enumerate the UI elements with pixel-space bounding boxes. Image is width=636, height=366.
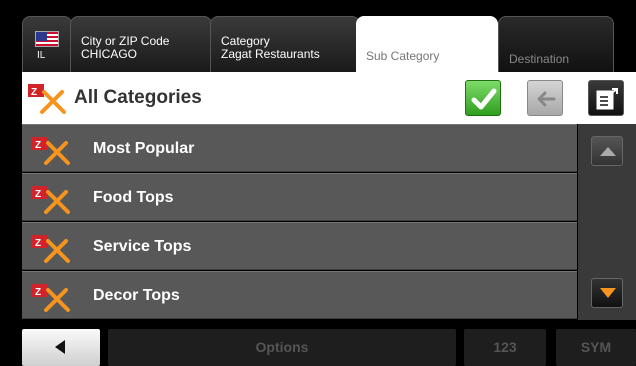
scroll-up-button[interactable]: [591, 136, 623, 166]
tab-subcategory-label: Sub Category: [366, 49, 440, 63]
bottom-toolbar: Options 123 SYM: [0, 320, 636, 366]
tab-destination-label: Destination: [509, 52, 570, 66]
tab-bar: IL City or ZIP Code CHICAGO Category Zag…: [0, 0, 636, 72]
svg-text:Z: Z: [35, 189, 41, 200]
zagat-category-icon: Z: [32, 284, 70, 312]
zagat-category-icon: Z: [32, 186, 70, 214]
tab-subcategory[interactable]: Sub Category: [356, 16, 498, 72]
list-item-label: Service Tops: [93, 238, 192, 255]
export-icon: [596, 88, 618, 110]
symbols-button[interactable]: SYM: [556, 329, 636, 366]
state-code: IL: [37, 50, 46, 61]
symbols-label: SYM: [580, 339, 612, 355]
back-nav-button[interactable]: [22, 329, 100, 366]
svg-text:Z: Z: [35, 140, 41, 151]
list-item[interactable]: Z Service Tops: [22, 222, 577, 270]
tab-city-value: CHICAGO: [81, 47, 138, 61]
options-button[interactable]: Options: [108, 329, 456, 366]
scroll-up-icon: [600, 147, 616, 156]
back-triangle-icon: [55, 340, 65, 354]
scroll-down-icon: [600, 288, 616, 298]
tab-city[interactable]: City or ZIP Code CHICAGO: [70, 16, 212, 72]
list-item-label: Decor Tops: [93, 287, 180, 304]
svg-text:Z: Z: [35, 287, 41, 298]
list-item-label: Food Tops: [93, 189, 174, 206]
tab-category[interactable]: Category Zagat Restaurants: [210, 16, 360, 72]
numbers-label: 123: [493, 339, 517, 355]
tab-destination[interactable]: Destination: [498, 16, 614, 72]
numbers-button[interactable]: 123: [464, 329, 546, 366]
scroll-down-button[interactable]: [591, 278, 623, 308]
list-item[interactable]: Z Food Tops: [22, 173, 577, 221]
scrollbar[interactable]: [578, 124, 636, 320]
zagat-category-icon: Z: [28, 84, 66, 114]
tab-state[interactable]: IL: [22, 16, 72, 72]
category-header: Z All Categories: [22, 72, 636, 124]
tab-category-value: Zagat Restaurants: [221, 47, 320, 61]
zagat-category-icon: Z: [32, 235, 70, 263]
subcategory-list: Z Most Popular Z Food Tops Z Service Top…: [22, 124, 577, 320]
export-button[interactable]: [588, 80, 624, 116]
back-button[interactable]: [527, 80, 563, 116]
options-label: Options: [255, 339, 309, 355]
svg-text:Z: Z: [31, 87, 37, 98]
list-item[interactable]: Z Most Popular: [22, 124, 577, 172]
list-item[interactable]: Z Decor Tops: [22, 271, 577, 319]
confirm-button[interactable]: [465, 80, 501, 116]
zagat-category-icon: Z: [32, 137, 70, 165]
us-flag-icon: [35, 31, 59, 47]
list-item-label: Most Popular: [93, 140, 195, 157]
check-icon: [471, 88, 497, 110]
page-title: All Categories: [74, 87, 202, 108]
back-arrow-icon: [537, 91, 556, 107]
svg-text:Z: Z: [35, 238, 41, 249]
